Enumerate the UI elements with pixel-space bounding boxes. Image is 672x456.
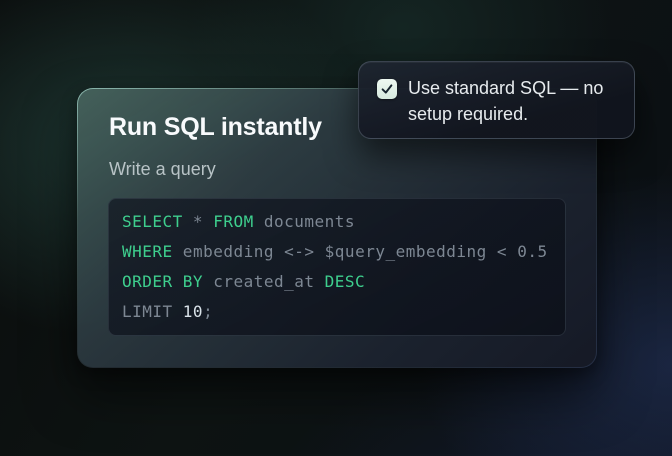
code-token: WHERE xyxy=(122,242,173,261)
code-token: 10 xyxy=(183,302,203,321)
code-token: embedding <-> $query_embedding < 0.5 xyxy=(173,242,548,261)
code-line: WHERE embedding <-> $query_embedding < 0… xyxy=(122,237,552,267)
standard-sql-callout: Use standard SQL — no setup required. xyxy=(358,61,635,139)
code-token: DESC xyxy=(325,272,366,291)
code-token: created_at xyxy=(203,272,325,291)
card-subtitle: Write a query xyxy=(109,157,566,181)
callout-text: Use standard SQL — no setup required. xyxy=(408,75,603,127)
code-token: LIMIT xyxy=(122,302,183,321)
standard-sql-checkbox[interactable] xyxy=(377,79,397,99)
code-line: ORDER BY created_at DESC xyxy=(122,267,552,297)
code-token: * xyxy=(183,212,213,231)
sql-code-editor[interactable]: SELECT * FROM documentsWHERE embedding <… xyxy=(108,198,566,336)
code-token: ; xyxy=(203,302,213,321)
check-icon xyxy=(379,81,395,97)
code-token: SELECT xyxy=(122,212,183,231)
callout-line-2: setup required. xyxy=(408,101,603,127)
callout-line-1: Use standard SQL — no xyxy=(408,75,603,101)
code-token: FROM xyxy=(213,212,254,231)
code-token: ORDER BY xyxy=(122,272,203,291)
code-line: LIMIT 10; xyxy=(122,297,552,327)
code-token: documents xyxy=(254,212,355,231)
code-line: SELECT * FROM documents xyxy=(122,207,552,237)
